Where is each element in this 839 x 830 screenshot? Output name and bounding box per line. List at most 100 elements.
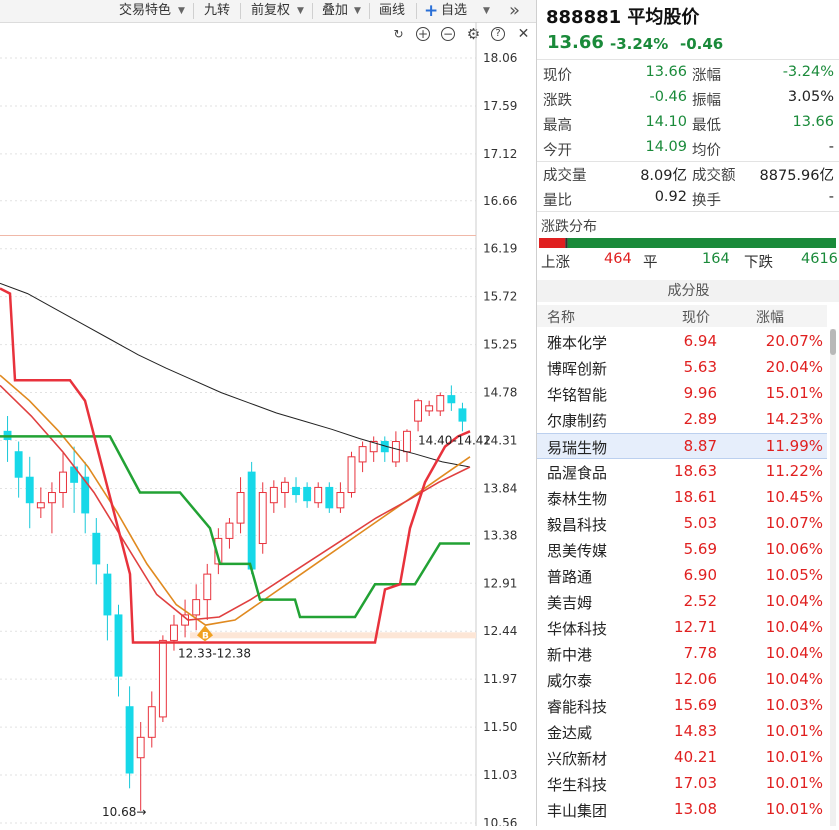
component-name: 华生科技 [547,776,608,794]
component-pct: 11.99% [765,437,823,455]
components-header: 成分股 [537,280,839,302]
divider [312,3,313,19]
price-tick: 15.25 [483,338,517,352]
component-row[interactable]: 思美传媒 5.69 10.06% [537,537,827,563]
price-tick: 17.12 [483,147,517,161]
plus-icon[interactable]: + [424,0,438,22]
components-columns: 名称 现价 涨幅 [537,305,827,327]
cost-band [190,632,476,639]
up-count: 464 [604,251,632,267]
quote-label: 最低 [692,118,721,134]
quote-row: 最高 14.10 最低 13.66 [537,111,839,136]
distribution-bar [539,238,836,248]
component-row[interactable]: 丰山集团 13.08 10.01% [537,797,827,823]
forward-adjust-button[interactable]: 前复权 [251,0,290,22]
component-price: 40.21 [674,748,717,766]
component-row[interactable]: 毅昌科技 5.03 10.07% [537,511,827,537]
component-name: 睿能科技 [547,698,608,716]
component-row[interactable]: 雅本化学 6.94 20.07% [537,329,827,355]
change-value: -0.46 [680,35,724,53]
candle-body [425,405,434,412]
component-row[interactable]: 泰林生物 18.61 10.45% [537,485,827,511]
scrollbar-thumb[interactable] [830,329,836,355]
component-name: 泰林生物 [547,490,608,508]
candle-body [59,471,67,494]
component-pct: 10.04% [765,592,823,610]
chevron-down-icon[interactable]: ▼ [354,0,361,22]
ma-line-black [0,282,471,468]
component-row[interactable]: 美吉姆 2.52 10.04% [537,589,827,615]
quote-label: 振幅 [692,93,721,109]
component-pct: 10.01% [765,722,823,740]
component-row[interactable]: 华生科技 17.03 10.01% [537,771,827,797]
quote-value: 13.66 [645,64,687,80]
component-row[interactable]: 威尔泰 12.06 10.04% [537,667,827,693]
component-row[interactable]: 尔康制药 2.89 14.23% [537,407,827,433]
component-row[interactable]: 普路通 6.90 10.05% [537,563,827,589]
col-price[interactable]: 现价 [682,307,710,327]
overlay-button[interactable]: 叠加 [322,0,348,22]
component-price: 7.78 [683,644,717,662]
component-price: 15.69 [674,696,717,714]
candle-body [192,599,201,616]
range-label: 12.33-12.38 [178,646,251,660]
kline-svg[interactable]: 18.06 17.59 17.12 16.66 16.19 15.72 15.25 14.78… [0,22,536,830]
candle-body [414,400,423,422]
component-price: 18.61 [674,488,717,506]
quote-value: 14.09 [645,139,687,155]
candle-body [247,471,256,570]
component-row[interactable]: 兴欣新材 40.21 10.01% [537,745,827,771]
flat-segment [565,238,568,248]
col-name[interactable]: 名称 [547,307,575,327]
add-watchlist-button[interactable]: 自选 [441,0,467,22]
component-price: 9.96 [683,384,717,402]
candle-body [292,486,300,496]
component-name: 兴欣新材 [547,750,608,768]
chevron-down-icon[interactable]: ▼ [178,0,185,22]
component-pct: 10.05% [765,566,823,584]
trade-feature-button[interactable]: 交易特色 [119,0,171,22]
component-row[interactable]: 品渥食品 18.63 11.22% [537,459,827,485]
candle-body [170,624,178,641]
candle-body [47,492,56,504]
chevron-down-icon[interactable]: ▼ [483,0,490,22]
component-row[interactable]: 博晖创新 5.63 20.04% [537,355,827,381]
candle-body [280,481,289,494]
component-price: 5.69 [683,540,717,558]
component-name: 品渥食品 [547,464,608,482]
quote-row: 量比 0.92 换手 - [537,186,839,211]
component-row[interactable]: 新中港 7.78 10.04% [537,641,827,667]
component-row[interactable]: 易瑞生物 8.87 11.99% [537,433,827,459]
distribution-labels: 上涨 464 平 164 下跌 4616 [537,251,839,273]
distribution-title: 涨跌分布 [541,219,597,235]
component-row[interactable]: 华铭智能 9.96 15.01% [537,381,827,407]
quote-label: 成交额 [692,168,736,184]
quote-label: 均价 [692,143,721,159]
component-pct: 11.22% [765,462,823,480]
kline-chart[interactable]: 18.06 17.59 17.12 16.66 16.19 15.72 15.25 14.78… [0,22,536,830]
component-name: 易瑞生物 [547,439,608,457]
candle-body [203,573,212,601]
candle-body [358,446,367,463]
more-icon[interactable]: » [509,0,520,22]
quote-label: 今开 [543,143,572,159]
quote-label: 量比 [543,193,572,209]
candle-body [14,451,23,478]
component-row[interactable]: 华体科技 12.71 10.04% [537,615,827,641]
scrollbar[interactable] [830,329,836,826]
col-pct[interactable]: 涨幅 [756,307,784,327]
component-row[interactable]: 金达威 14.83 10.01% [537,719,827,745]
price-tick: 17.59 [483,99,517,113]
chevron-down-icon[interactable]: ▼ [297,0,304,22]
price-tick: 15.72 [483,290,517,304]
component-row[interactable]: 睿能科技 15.69 10.03% [537,693,827,719]
candle-body [125,706,134,774]
component-price: 5.03 [683,514,717,532]
stepline-green [0,435,470,619]
draw-line-button[interactable]: 画线 [379,0,405,22]
nine-turn-button[interactable]: 九转 [204,0,230,22]
down-segment [567,238,836,248]
component-pct: 20.04% [765,358,823,376]
quote-value: -3.24% [782,64,834,80]
candle-body [225,522,234,539]
